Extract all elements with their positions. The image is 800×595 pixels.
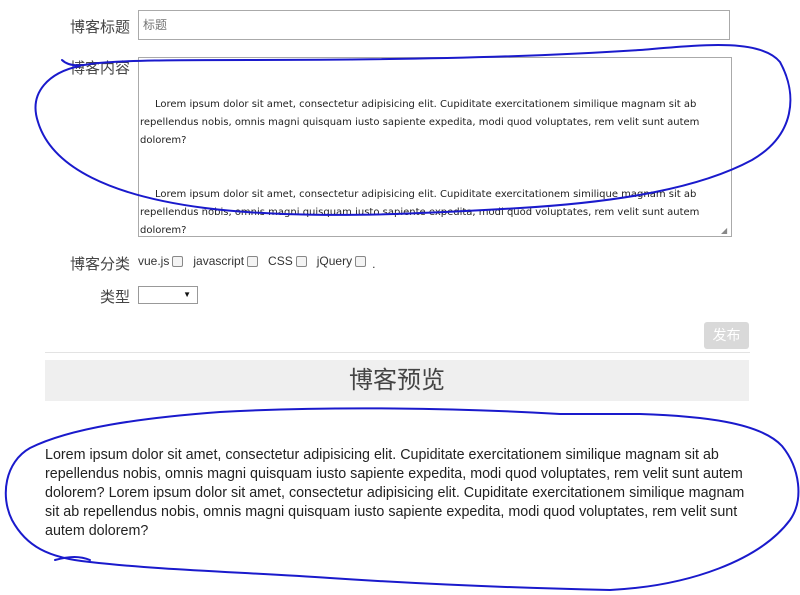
preview-content: Lorem ipsum dolor sit amet, consectetur … [45,447,745,539]
content-paragraph-2: Lorem ipsum dolor sit amet, consectetur … [140,189,703,236]
category-checkbox-group: vue.js javascript CSS jQuery . [138,254,376,271]
publish-button[interactable]: 发布 [704,322,749,349]
category-checkbox[interactable] [355,255,367,267]
category-option-label: javascript [193,254,245,268]
content-paragraph-1: Lorem ipsum dolor sit amet, consectetur … [140,99,703,146]
category-option-label: CSS [268,254,293,268]
title-input[interactable] [138,10,730,40]
resize-grip-icon[interactable]: ◢ [721,226,730,235]
category-option-label: jQuery [316,254,353,268]
category-trailing-mark: . [372,257,376,271]
section-divider [45,352,750,353]
type-label: 类型 [99,289,130,306]
content-label: 博客内容 [69,60,130,77]
type-select[interactable]: ▼ [138,286,198,304]
title-label: 博客标题 [69,19,130,36]
category-checkbox[interactable] [247,255,259,267]
category-option-css[interactable]: CSS [268,254,307,268]
content-textarea[interactable]: Lorem ipsum dolor sit amet, consectetur … [138,57,732,237]
category-checkbox[interactable] [172,255,184,267]
preview-heading: 博客预览 [45,360,749,401]
category-option-jquery[interactable]: jQuery [316,254,367,268]
category-option-label: vue.js [138,254,170,268]
category-option-javascript[interactable]: javascript [193,254,259,268]
category-checkbox[interactable] [295,255,307,267]
category-label: 博客分类 [69,256,130,273]
category-option-vuejs[interactable]: vue.js [138,254,184,268]
dropdown-arrow-icon: ▼ [183,290,191,299]
